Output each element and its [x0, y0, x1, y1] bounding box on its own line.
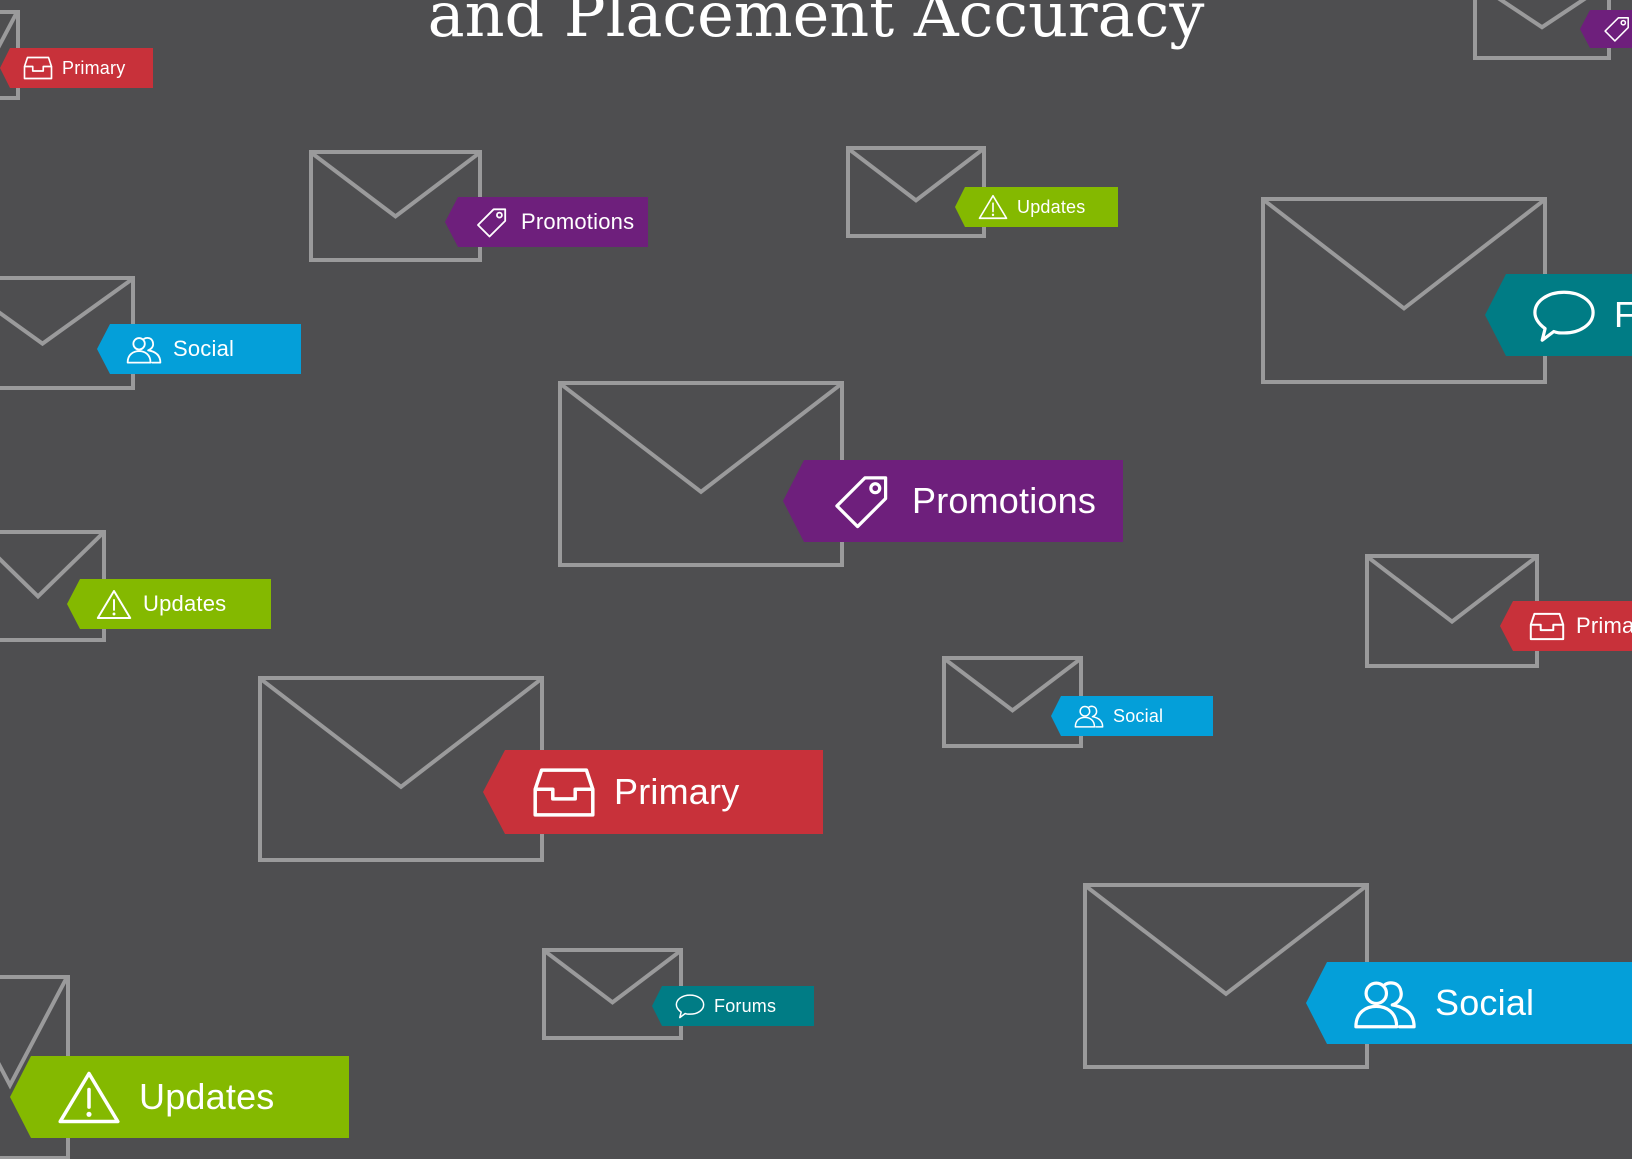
tag-label: Prima [1576, 613, 1632, 638]
tag-label: Promotions [521, 209, 635, 234]
tag-label: Promotions [912, 480, 1097, 521]
warning-triangle-icon [978, 193, 1008, 221]
people-icon [126, 333, 162, 366]
tag-label: Primary [62, 57, 126, 78]
tag-promotions: Promotions [445, 197, 648, 247]
tag-label: Social [1435, 982, 1535, 1023]
tag-label: F [1614, 294, 1632, 335]
speech-bubble-icon [675, 992, 705, 1020]
tag-updates: Updates [955, 187, 1118, 227]
email-tab-illustration: and Placement Accuracy Primary Promotions… [0, 0, 1632, 1159]
tag-label: Updates [143, 591, 227, 616]
tag-primary: Primary [0, 48, 153, 88]
people-icon [1353, 974, 1417, 1033]
tag-social: Social [1306, 962, 1632, 1044]
tag-updates: Updates [67, 579, 271, 629]
tag-forums: Forums [652, 986, 814, 1026]
people-icon [1074, 702, 1104, 730]
tag-primary: Primary [483, 750, 823, 834]
inbox-tray-icon [23, 54, 53, 82]
tag-label: Social [1113, 705, 1164, 726]
page-title: and Placement Accuracy [427, 0, 1205, 51]
tag-social: Social [97, 324, 301, 374]
tag-label: Updates [1017, 196, 1086, 217]
tag-promotions [1580, 10, 1632, 48]
inbox-tray-icon [532, 763, 596, 822]
tag-updates: Updates [10, 1056, 349, 1138]
tag-social: Social [1051, 696, 1213, 736]
speech-bubble-icon [1532, 286, 1596, 345]
price-tag-icon [474, 206, 510, 239]
tag-forums: F [1485, 274, 1632, 356]
inbox-tray-icon [1529, 610, 1565, 643]
tag-primary: Prima [1500, 601, 1632, 651]
price-tag-icon [1602, 15, 1632, 43]
price-tag-icon [830, 472, 894, 531]
tag-label: Social [173, 336, 235, 361]
tag-label: Forums [714, 995, 777, 1016]
tag-promotions: Promotions [783, 460, 1123, 542]
tag-label: Primary [614, 771, 740, 812]
warning-triangle-icon [96, 588, 132, 621]
tag-label: Updates [139, 1076, 275, 1117]
warning-triangle-icon [57, 1068, 121, 1127]
